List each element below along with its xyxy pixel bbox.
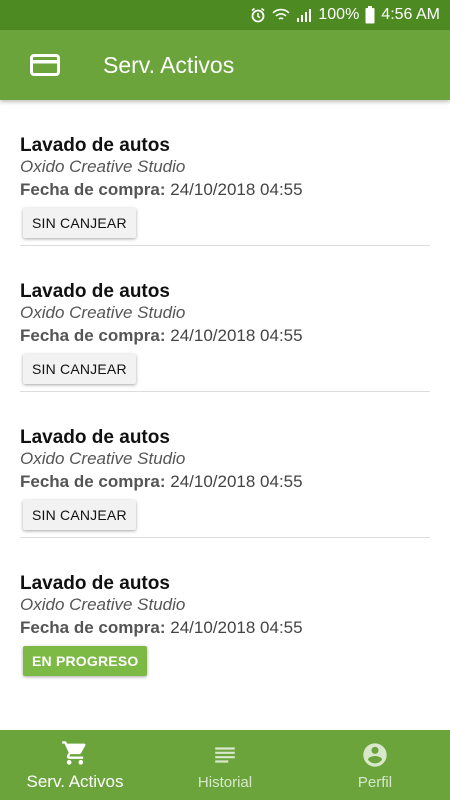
service-card: Lavado de autos Oxido Creative Studio Fe… — [20, 538, 430, 684]
service-provider: Oxido Creative Studio — [20, 157, 186, 176]
purchase-date-value: 24/10/2018 04:55 — [170, 326, 303, 345]
nav-label: Perfil — [357, 773, 393, 791]
service-name: Lavado de autos — [20, 281, 170, 302]
purchase-date-value: 24/10/2018 04:55 — [170, 180, 303, 199]
service-card: Lavado de autos Oxido Creative Studio Fe… — [20, 246, 430, 392]
list-icon — [212, 740, 238, 770]
account-circle-icon — [361, 740, 389, 770]
battery-icon — [365, 6, 375, 24]
service-name: Lavado de autos — [20, 427, 170, 448]
purchase-date-row: Fecha de compra: 24/10/2018 04:55 — [20, 180, 303, 200]
purchase-date-label: Fecha de compra: — [20, 472, 166, 491]
status-button[interactable]: SIN CANJEAR — [23, 500, 136, 530]
purchase-date-row: Fecha de compra: 24/10/2018 04:55 — [20, 326, 303, 346]
wifi-icon — [272, 8, 290, 22]
purchase-date-label: Fecha de compra: — [20, 326, 166, 345]
service-card: Lavado de autos Oxido Creative Studio Fe… — [20, 100, 430, 246]
page-title: Serv. Activos — [103, 51, 235, 78]
cart-icon — [61, 738, 89, 768]
service-provider: Oxido Creative Studio — [20, 449, 186, 468]
service-name: Lavado de autos — [20, 573, 170, 594]
service-provider: Oxido Creative Studio — [20, 595, 186, 614]
nav-item-active-services[interactable]: Serv. Activos — [0, 730, 150, 800]
service-name: Lavado de autos — [20, 135, 170, 156]
nav-item-history[interactable]: Historial — [150, 730, 300, 800]
purchase-date-value: 24/10/2018 04:55 — [170, 618, 303, 637]
service-card: Lavado de autos Oxido Creative Studio Fe… — [20, 392, 430, 538]
status-button[interactable]: SIN CANJEAR — [23, 354, 136, 384]
nav-item-profile[interactable]: Perfil — [300, 730, 450, 800]
battery-percent: 100% — [318, 6, 360, 23]
nav-label: Historial — [197, 773, 253, 791]
clock: 4:56 AM — [381, 6, 440, 23]
bottom-nav: Serv. Activos Historial Perfil — [0, 730, 450, 800]
signal-icon — [296, 8, 312, 22]
status-bar: 100% 4:56 AM — [0, 0, 450, 30]
purchase-date-row: Fecha de compra: 24/10/2018 04:55 — [20, 472, 303, 492]
status-button[interactable]: SIN CANJEAR — [23, 208, 136, 238]
app-bar: Serv. Activos — [0, 30, 450, 100]
services-list: Lavado de autos Oxido Creative Studio Fe… — [0, 100, 450, 730]
credit-card-icon[interactable] — [30, 54, 60, 76]
purchase-date-value: 24/10/2018 04:55 — [170, 472, 303, 491]
nav-label: Serv. Activos — [26, 772, 124, 791]
purchase-date-row: Fecha de compra: 24/10/2018 04:55 — [20, 618, 303, 638]
service-provider: Oxido Creative Studio — [20, 303, 186, 322]
purchase-date-label: Fecha de compra: — [20, 618, 166, 637]
in-progress-button[interactable]: EN PROGRESO — [23, 646, 148, 676]
purchase-date-label: Fecha de compra: — [20, 180, 166, 199]
alarm-icon — [250, 7, 266, 23]
